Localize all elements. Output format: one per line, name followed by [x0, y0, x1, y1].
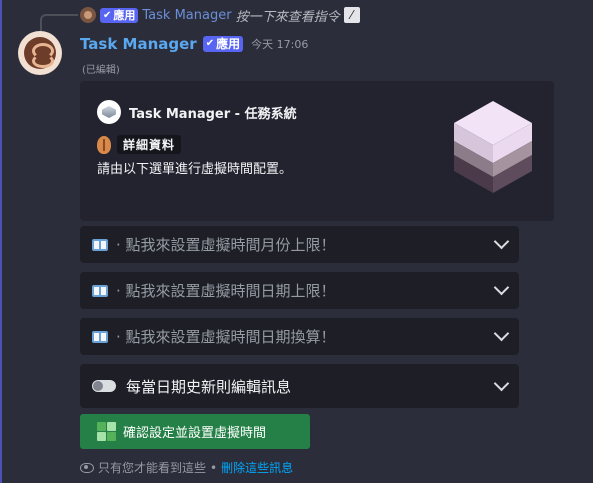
reply-reference[interactable]: ✔ 應用 Task Manager 按一下來查看指令 ⁄: [80, 6, 360, 25]
embed-title: Task Manager - 任務系統: [129, 106, 297, 122]
blocks-icon: [97, 421, 117, 442]
book-icon: [92, 238, 110, 251]
verified-check-icon: ✔: [205, 38, 215, 49]
message-header: Task Manager ✔ 應用 今天 17:06: [80, 33, 308, 55]
select-month-limit[interactable]: · 點我來設置虛擬時間月份上限！: [80, 226, 519, 263]
author-name[interactable]: Task Manager: [80, 35, 197, 53]
select-placeholder: · 點我來設置虛擬時間月份上限！: [116, 236, 336, 254]
author-avatar[interactable]: [18, 31, 62, 75]
section-label: 詳細資料: [117, 135, 182, 154]
embed-description: 請由以下選單進行虛擬時間配置。: [97, 162, 293, 177]
embed-author: Task Manager - 任務系統: [97, 100, 297, 124]
embed-card: Task Manager - 任務系統 詳細資料 請由以下選單進行虛擬時間配置。: [80, 81, 554, 221]
verified-check-icon: ✔: [103, 9, 112, 21]
select-placeholder: · 點我來設置虛擬時間日期上限！: [116, 282, 336, 300]
footer-separator: •: [210, 460, 218, 475]
ephemeral-notice: 只有您才能看到這些: [98, 461, 207, 475]
chevron-down-icon: [493, 375, 510, 392]
select-day-conversion[interactable]: · 點我來設置虛擬時間日期換算！: [80, 318, 519, 355]
slash-command-icon: ⁄: [343, 7, 360, 23]
confirm-button-label: 確認設定並設置虛擬時間: [123, 426, 267, 441]
app-badge-label: 應用: [216, 37, 241, 51]
book-icon: [92, 330, 110, 343]
eye-icon: [80, 462, 94, 473]
select-edit-on-date-update[interactable]: 每當日期史新則編輯訊息: [80, 364, 519, 408]
embed-section-heading: 詳細資料: [97, 135, 182, 154]
chevron-down-icon: [493, 325, 510, 342]
reply-badge-label: 應用: [113, 8, 136, 22]
book-icon: [92, 284, 110, 297]
message-timestamp[interactable]: 今天 17:06: [251, 36, 308, 52]
select-placeholder: · 點我來設置虛擬時間日期換算！: [116, 328, 336, 346]
confirm-set-time-button[interactable]: 確認設定並設置虛擬時間: [80, 414, 310, 449]
seed-icon: [97, 135, 111, 154]
app-badge: ✔ 應用: [202, 36, 244, 52]
reply-avatar[interactable]: [80, 7, 96, 23]
toggle-icon: [92, 380, 116, 392]
chevron-down-icon: [493, 279, 510, 296]
chevron-down-icon: [493, 233, 510, 250]
select-value: 每當日期史新則編輯訊息: [126, 377, 292, 396]
ephemeral-footer: 只有您才能看到這些 • 刪除這些訊息: [80, 459, 293, 476]
reply-app-badge: ✔ 應用: [100, 7, 139, 23]
edited-label: (已編輯): [82, 65, 120, 76]
reply-author[interactable]: Task Manager: [142, 8, 231, 23]
bot-logo-icon: [97, 100, 121, 124]
coffee-bean-icon: [24, 37, 56, 69]
message-highlight-bar: [0, 0, 2, 483]
select-day-limit[interactable]: · 點我來設置虛擬時間日期上限！: [80, 272, 519, 309]
cube-thumbnail-icon: [454, 101, 532, 193]
dismiss-message-link[interactable]: 刪除這些訊息: [221, 459, 293, 476]
reply-text[interactable]: 按一下來查看指令: [236, 6, 340, 25]
